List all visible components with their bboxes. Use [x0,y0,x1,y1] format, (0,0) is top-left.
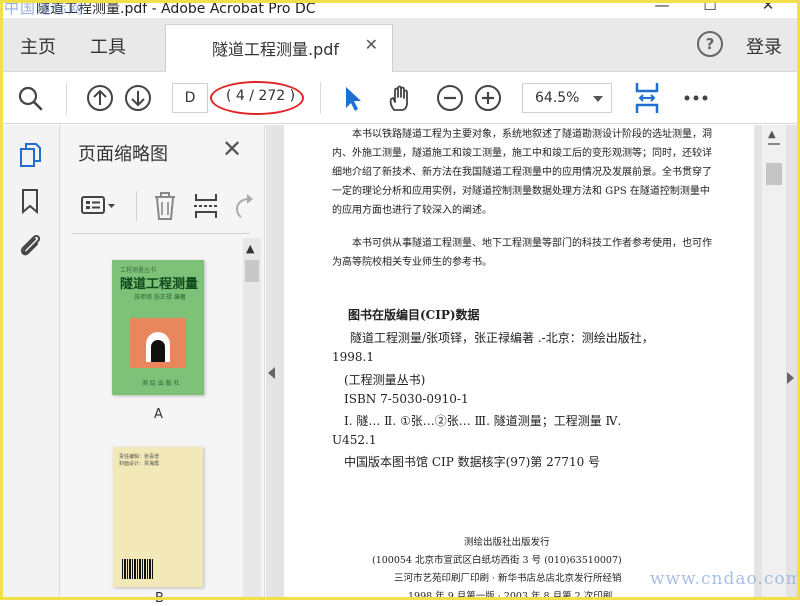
minimize-button[interactable]: — [652,0,672,14]
tunnel-opening [151,340,165,362]
thumbnail-page-b[interactable]: 责任编辑：张喜增 封面设计：贾海霞 [113,447,203,587]
back-cover-text: 责任编辑：张喜增 封面设计：贾海霞 [119,454,159,468]
scroll-top-marker [768,143,780,145]
bookmark-icon[interactable] [16,187,44,215]
document-viewer[interactable]: 本书以铁路隧道工程为主要对象，系统地叙述了隧道勘测设计阶段的选址测量，洞内、外施… [266,125,800,600]
collapse-left-panel-icon[interactable] [268,367,275,379]
watermark-top: 中国道标网 [4,0,85,17]
crop-icon[interactable] [192,191,220,221]
publisher-line: (100054 北京市宣武区白纸坊西街 3 号 (010)63510007) [372,555,622,566]
cip-line: (工程测量丛书) [344,373,426,387]
thumbnail-scrollbar[interactable]: ▲ [243,238,261,600]
attachment-icon[interactable] [16,231,44,259]
panel-divider [72,233,250,234]
chevron-down-icon [593,96,603,102]
thumbnail-label: A [154,407,163,422]
cover-authors: 张项铎 张正禄 编著 [134,294,186,301]
login-button[interactable]: 登录 [746,33,782,59]
page-down-icon[interactable] [124,84,152,112]
paragraph: 本书以铁路隧道工程为主要对象，系统地叙述了隧道勘测设计阶段的选址测量，洞内、外施… [332,129,712,216]
scroll-thumb[interactable] [766,163,782,185]
page-number-input[interactable]: D [172,83,208,113]
title-bar: 隧道工程测量.pdf - Adobe Acrobat Pro DC 中国道标网 … [0,0,800,18]
cip-line: 中国版本图书馆 CIP 数据核字(97)第 27710 号 [344,455,601,469]
cip-line: 隧道工程测量/张项铎，张正禄编著 .-北京：测绘出版社， [350,331,654,345]
publisher-line: 测绘出版社出版发行 [464,537,550,548]
publisher-line: 1998 年 9 月第一版 · 2003 年 8 月第 2 次印刷 [408,591,613,600]
toolbar: D ( 4 / 272 ) 64.5% [0,72,800,124]
cover-title: 隧道工程测量 [120,277,199,292]
thumbnail-label: B [155,591,164,606]
toolbar-separator [320,82,321,114]
close-tab-icon[interactable]: ✕ [365,35,378,54]
back-cover-line: 封面设计：贾海霞 [119,461,160,467]
close-panel-icon[interactable]: ✕ [222,135,242,163]
zoom-in-icon[interactable] [474,84,502,112]
more-icon[interactable] [682,84,710,112]
toolbar-separator [136,191,137,221]
page-up-icon[interactable] [86,84,114,112]
thumbnail-options-icon[interactable] [80,193,118,219]
document-tab-label: 隧道工程测量.pdf [212,40,340,59]
cip-line: U452.1 [332,433,377,447]
help-icon[interactable]: ? [697,31,723,57]
back-cover-line: 责任编辑：张喜增 [119,454,160,460]
thumbnail-page-a[interactable]: 工程测量丛书 隧道工程测量 张项铎 张正禄 编著 测 绘 出 版 社 [112,260,204,395]
zoom-out-icon[interactable] [436,84,464,112]
thumbnails-panel: 页面缩略图 ✕ ▲ 工程测量丛书 隧道工程测量 张项铎 张正禄 编著 测 绘 出… [60,125,265,606]
pdf-page: 本书以铁路隧道工程为主要对象，系统地叙述了隧道勘测设计阶段的选址测量，洞内、外施… [284,125,754,600]
rotate-icon[interactable] [232,193,254,219]
toolbar-separator [66,82,67,114]
page-count: ( 4 / 272 ) [226,88,296,104]
page-thumbnails-icon[interactable] [16,141,44,169]
document-scrollbar[interactable]: ▲ [762,125,786,600]
search-icon[interactable] [16,84,44,112]
cip-line: Ⅰ. 隧… Ⅱ. ①张…②张… Ⅲ. 隧道测量；工程测量 Ⅳ. [344,414,622,428]
publisher-line: 三河市艺苑印刷厂印刷 · 新华书店总店北京发行所经销 [394,573,622,584]
menu-bar: 主页 工具 隧道工程测量.pdf ✕ ? 登录 [0,18,800,72]
close-window-button[interactable]: ✕ [758,0,778,14]
navigation-rail [0,125,60,600]
watermark-bottom: www.cndao.com [650,569,800,589]
barcode [122,559,154,579]
cip-line: ISBN 7-5030-0910-1 [344,392,469,406]
delete-icon[interactable] [152,191,178,221]
zoom-value: 64.5% [535,90,580,106]
menu-home[interactable]: 主页 [20,33,56,59]
scroll-thumb[interactable] [245,260,259,282]
scroll-up-icon[interactable]: ▲ [768,129,776,140]
expand-right-panel-icon[interactable] [787,372,794,384]
panel-title: 页面缩略图 [78,144,168,165]
zoom-select[interactable]: 64.5% [522,83,612,113]
thumbnail-toolbar [60,183,265,233]
fit-width-icon[interactable] [632,81,662,115]
cip-line: 1998.1 [332,350,374,364]
scroll-up-icon[interactable]: ▲ [246,242,254,255]
cip-title: 图书在版编目(CIP)数据 [348,308,480,322]
hand-icon[interactable] [386,84,414,112]
select-cursor-icon[interactable] [340,84,368,112]
maximize-button[interactable]: ☐ [700,0,720,14]
paragraph: 本书可供从事隧道工程测量、地下工程测量等部门的科技工作者参考使用，也可作为高等院… [332,238,712,268]
document-tab[interactable]: 隧道工程测量.pdf ✕ [165,24,393,72]
cover-publisher: 测 绘 出 版 社 [142,380,180,387]
menu-tools[interactable]: 工具 [90,33,126,59]
